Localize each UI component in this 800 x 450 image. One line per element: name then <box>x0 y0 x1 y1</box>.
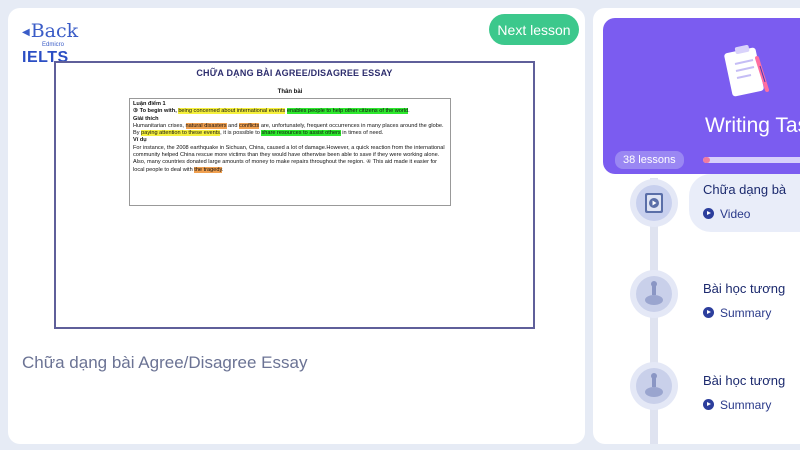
example-paragraph: For instance, the 2008 earthquake in Sic… <box>133 145 447 174</box>
essay-section-heading: Thân bài <box>277 89 303 95</box>
slide-title: CHỮA DẠNG BÀI AGREE/DISAGREE ESSAY <box>196 68 393 78</box>
point-sentence: ③ To begin with, being concerned about i… <box>133 108 447 115</box>
play-icon <box>703 307 714 318</box>
highlight-green: share resources to assist others <box>261 130 341 137</box>
lesson-node-summary[interactable] <box>630 362 678 410</box>
lesson-node-inner <box>636 276 672 312</box>
explain-label: Giải thích <box>133 115 159 122</box>
example-label: Ví dụ <box>133 137 147 144</box>
highlight-orange: natural disasters <box>185 122 227 129</box>
lesson-node-summary[interactable] <box>630 270 678 318</box>
lesson-item-3[interactable]: Bài học tương Summary <box>703 373 785 412</box>
essay-box: Thân bài Luận điểm 1 ③ To begin with, be… <box>129 89 451 215</box>
next-lesson-button[interactable]: Next lesson <box>489 14 579 45</box>
course-card[interactable]: Writing Task 38 lessons <box>603 18 800 174</box>
text-run: . <box>408 108 410 115</box>
lesson-item-title: Chữa dạng bà <box>703 182 787 197</box>
play-icon <box>703 399 714 410</box>
lesson-node-inner <box>636 368 672 404</box>
explain-paragraph: Humanitarian crises, natural disasters a… <box>133 122 447 138</box>
lesson-item-type: Summary <box>703 398 785 412</box>
lesson-type-label: Video <box>720 207 751 221</box>
lesson-item-title: Bài học tương <box>703 281 786 296</box>
highlight-orange: conflicts <box>239 122 260 129</box>
highlight-orange: the tragedy <box>194 166 222 173</box>
text-run: , it is possible to <box>220 130 262 137</box>
text-run: Humanitarian crises, <box>133 122 186 129</box>
highlight-green: enables people to help other citizens of… <box>286 108 409 115</box>
course-sidebar: Writing Task 38 lessons Chữa dạng bà Vid… <box>593 8 800 444</box>
progress-fill <box>703 157 710 163</box>
text-run: . <box>221 166 224 173</box>
essay-body: Luận điểm 1 ③ To begin with, being conce… <box>129 98 451 206</box>
video-icon <box>645 193 663 213</box>
play-icon <box>703 208 714 219</box>
course-progress-bar <box>703 157 800 163</box>
clipboard-icon <box>724 44 769 97</box>
lesson-node-inner <box>636 185 672 221</box>
highlight-yellow: paying attention to these events <box>141 130 221 137</box>
lesson-slide: CHỮA DẠNG BÀI AGREE/DISAGREE ESSAY Thân … <box>54 61 535 329</box>
lesson-item-2[interactable]: Bài học tương Summary <box>703 281 785 320</box>
point-intro: ③ To begin with, <box>133 108 179 115</box>
lesson-type-label: Summary <box>720 306 772 320</box>
joystick-icon <box>645 281 663 305</box>
logo-edmicro-label: Edmicro <box>42 42 65 48</box>
lesson-type-label: Summary <box>720 398 772 412</box>
lesson-item-type: Video <box>703 207 800 221</box>
text-run: For instance, the 2008 earthquake in Sic… <box>133 144 445 173</box>
joystick-icon <box>645 373 663 397</box>
lessons-count-badge: 38 lessons <box>615 151 684 169</box>
back-logo-text: ◀Back <box>22 20 78 42</box>
lesson-node-video[interactable] <box>630 179 678 227</box>
text-run: in times of need. <box>340 130 384 137</box>
lesson-item-type: Summary <box>703 306 785 320</box>
lesson-item-title: Bài học tương <box>703 373 786 388</box>
lesson-title: Chữa dạng bài Agree/Disagree Essay <box>22 353 308 372</box>
logo-back-label: Back <box>30 20 79 42</box>
lesson-content-panel: ◀Back Edmicro IELTS Next lesson CHỮA DẠN… <box>8 8 585 444</box>
back-arrow-icon: ◀ <box>22 27 30 38</box>
course-title: Writing Task <box>705 114 800 137</box>
lesson-item-1[interactable]: Chữa dạng bà Video <box>689 174 800 232</box>
text-run: and <box>226 122 240 129</box>
highlight-yellow: being concerned about international even… <box>178 108 286 115</box>
